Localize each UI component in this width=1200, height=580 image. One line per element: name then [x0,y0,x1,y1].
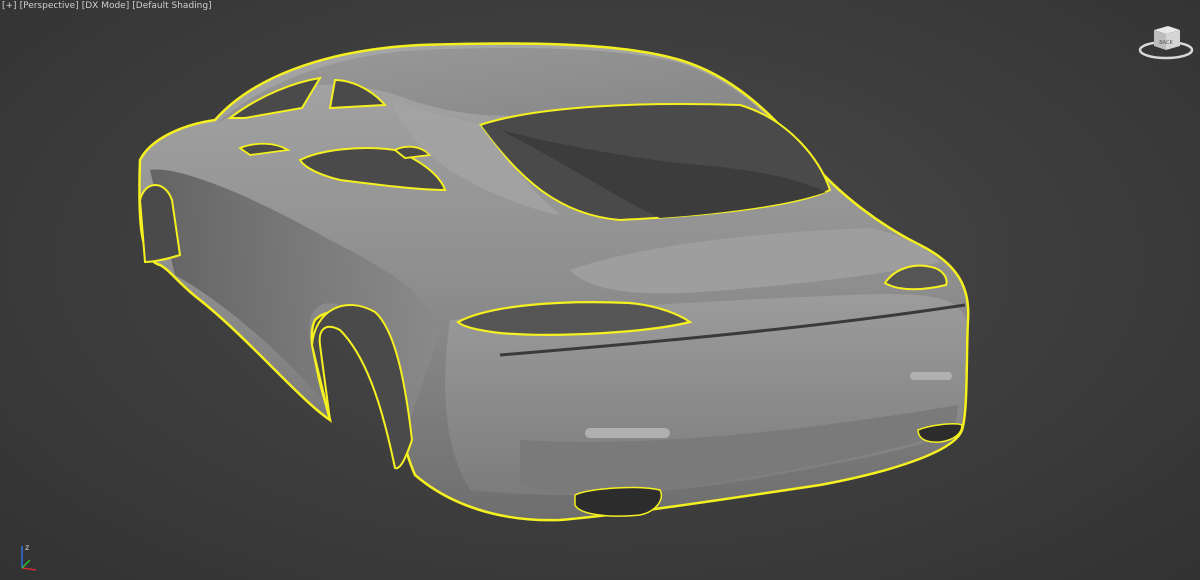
axis-y-line [21,559,31,569]
viewcube[interactable]: BACK [1138,20,1194,64]
perspective-viewport[interactable]: [+] [Perspective] [DX Mode] [Default Sha… [0,0,1200,580]
rear-reflector-left [585,428,670,438]
axis-x-line [21,567,37,571]
axis-tripod-gizmo: z [21,543,37,571]
rear-reflector-right [910,372,952,380]
viewcube-face-label: BACK [1159,40,1173,46]
car-body-model[interactable] [0,0,1200,580]
exhaust-left [574,486,662,517]
axis-z-label: z [25,543,29,552]
